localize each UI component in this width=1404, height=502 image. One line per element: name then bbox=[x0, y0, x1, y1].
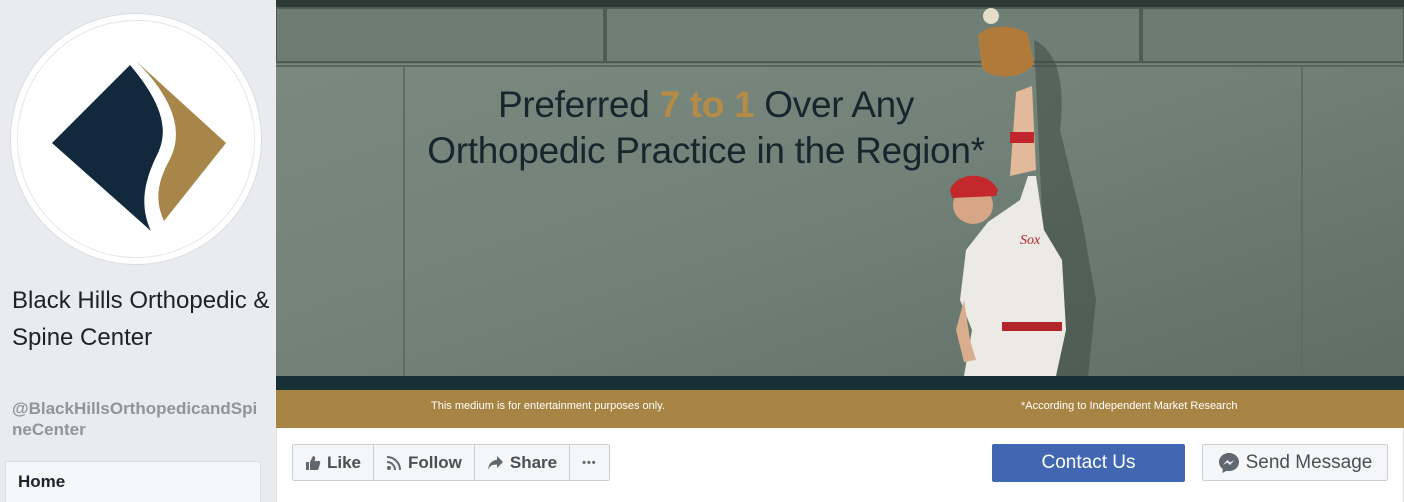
action-button-group: Like Follow Share ••• bbox=[292, 444, 610, 481]
more-options-button[interactable]: ••• bbox=[570, 445, 609, 480]
send-message-label: Send Message bbox=[1245, 451, 1373, 473]
sidebar-item-home[interactable]: Home bbox=[5, 461, 261, 502]
headline-accent: 7 to 1 bbox=[659, 84, 755, 125]
follow-label: Follow bbox=[408, 452, 462, 472]
page-username[interactable]: @BlackHillsOrthopedicandSpineCenter bbox=[12, 398, 267, 440]
avatar-frame bbox=[17, 20, 255, 258]
thumbs-up-icon bbox=[305, 455, 321, 471]
cover-photo[interactable]: Sox Preferred 7 to 1 Over Any Orthopedic… bbox=[276, 0, 1404, 428]
more-dots-icon: ••• bbox=[582, 456, 597, 469]
left-column: Black Hills Orthopedic & Spine Center @B… bbox=[0, 0, 276, 502]
headline-post: Over Any bbox=[754, 84, 915, 125]
disclaimer-right: *According to Independent Market Researc… bbox=[1021, 400, 1238, 412]
share-arrow-icon bbox=[487, 455, 504, 471]
headline-line2: Orthopedic Practice in the Region* bbox=[427, 130, 985, 171]
logo-icon bbox=[52, 61, 226, 231]
share-button[interactable]: Share bbox=[475, 445, 571, 480]
disclaimer-left: This medium is for entertainment purpose… bbox=[431, 400, 665, 412]
page: Black Hills Orthopedic & Spine Center @B… bbox=[0, 0, 1404, 502]
share-label: Share bbox=[509, 452, 558, 472]
headline-pre: Preferred bbox=[497, 84, 660, 125]
messenger-icon bbox=[1218, 452, 1240, 474]
profile-avatar[interactable] bbox=[10, 13, 262, 265]
rss-icon bbox=[386, 455, 402, 471]
svg-text:Sox: Sox bbox=[1020, 233, 1041, 248]
like-button[interactable]: Like bbox=[293, 445, 375, 480]
cover-headline: Preferred 7 to 1 Over Any Orthopedic Pra… bbox=[426, 82, 986, 174]
follow-button[interactable]: Follow bbox=[374, 445, 475, 480]
send-message-button[interactable]: Send Message bbox=[1202, 444, 1388, 481]
page-action-bar: Like Follow Share ••• Contact Us Send Me… bbox=[276, 428, 1404, 502]
like-label: Like bbox=[327, 452, 362, 472]
sidebar-item-label: Home bbox=[18, 472, 66, 491]
page-title: Black Hills Orthopedic & Spine Center bbox=[12, 287, 270, 351]
cover-image: Sox bbox=[276, 0, 1404, 428]
contact-us-button[interactable]: Contact Us bbox=[992, 444, 1185, 482]
